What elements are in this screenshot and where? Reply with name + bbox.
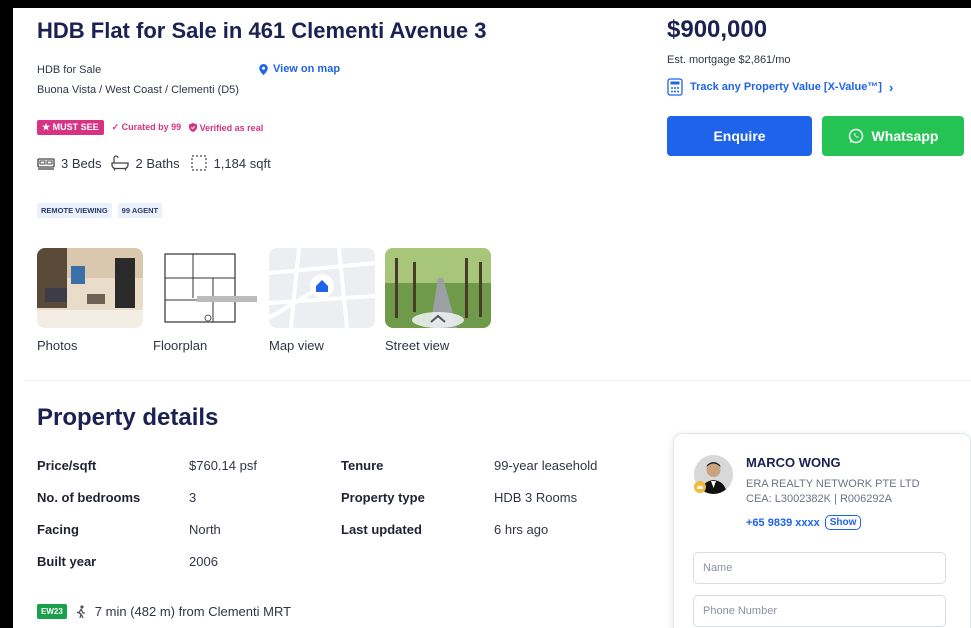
detail-value: $760.14 psf bbox=[189, 458, 257, 473]
chevron-right-icon: › bbox=[888, 79, 894, 95]
curated-badge: ✓ Curated by 99 bbox=[111, 122, 182, 132]
badges: ★ MUST SEE ✓ Curated by 99 Verified as r… bbox=[37, 120, 263, 135]
photo-thumbnail[interactable] bbox=[37, 248, 143, 328]
est-mortgage: Est. mortgage $2,861/mo bbox=[667, 54, 791, 66]
bathtub-icon bbox=[111, 155, 130, 171]
media-street[interactable]: Street view bbox=[385, 248, 491, 353]
detail-key: Price/sqft bbox=[37, 458, 97, 473]
detail-key: Property type bbox=[341, 490, 425, 505]
detail-value: 2006 bbox=[189, 554, 218, 569]
detail-value: 99-year leasehold bbox=[494, 458, 598, 473]
area-feature: 1,184 sqft bbox=[190, 155, 271, 171]
detail-key: No. of bedrooms bbox=[37, 490, 141, 505]
mrt-code-badge: EW23 bbox=[37, 604, 67, 619]
name-field[interactable]: Name bbox=[693, 552, 946, 584]
floorplan-image bbox=[153, 248, 259, 328]
agent-agency: ERA REALTY NETWORK PTE LTD bbox=[746, 478, 920, 490]
shield-check-icon bbox=[189, 122, 198, 132]
listing-price: $900,000 bbox=[667, 16, 768, 43]
baths-label: 2 Baths bbox=[135, 155, 180, 171]
photo-image bbox=[37, 248, 143, 328]
view-on-map-link[interactable]: View on map bbox=[259, 63, 340, 75]
agent-phone-number: +65 9839 xxxx bbox=[746, 516, 820, 529]
area-icon bbox=[190, 155, 207, 171]
beds-label: 3 Beds bbox=[61, 155, 102, 171]
media-floorplan[interactable]: Floorplan bbox=[153, 248, 259, 353]
media-label-street: Street view bbox=[385, 338, 450, 353]
media-map[interactable]: Map view bbox=[269, 248, 375, 353]
must-see-badge: ★ MUST SEE bbox=[37, 120, 104, 135]
agent-phone: +65 9839 xxxx Show bbox=[746, 515, 862, 530]
detail-key: Built year bbox=[37, 554, 97, 569]
xvalue-label: Track any Property Value [X-Value™] bbox=[690, 81, 882, 93]
crown-icon bbox=[694, 481, 706, 493]
media-label-photos: Photos bbox=[37, 338, 78, 353]
tags: REMOTE VIEWING 99 AGENT bbox=[37, 203, 163, 218]
detail-value: North bbox=[189, 522, 221, 537]
map-thumbnail[interactable] bbox=[269, 248, 375, 328]
verified-badge: Verified as real bbox=[189, 122, 264, 133]
features-row: 3 Beds 2 Baths 1,184 sqft bbox=[37, 155, 271, 171]
whatsapp-label: Whatsapp bbox=[871, 128, 939, 144]
show-phone-button[interactable]: Show bbox=[824, 515, 862, 530]
whatsapp-button[interactable]: Whatsapp bbox=[822, 116, 964, 156]
mrt-info: EW23 7 min (482 m) from Clementi MRT bbox=[37, 604, 291, 619]
baths-feature: 2 Baths bbox=[111, 155, 180, 171]
listing-page: HDB Flat for Sale in 461 Clementi Avenue… bbox=[13, 8, 971, 628]
agent-cea: CEA: L3002382K | R006292A bbox=[746, 493, 892, 505]
detail-key: Last updated bbox=[341, 522, 422, 537]
bed-icon bbox=[37, 158, 55, 170]
media-label-map: Map view bbox=[269, 338, 324, 353]
listing-type: HDB for Sale bbox=[37, 64, 102, 76]
media-label-floorplan: Floorplan bbox=[153, 338, 208, 353]
street-image bbox=[385, 248, 491, 328]
agent-card: MARCO WONG ERA REALTY NETWORK PTE LTD CE… bbox=[673, 433, 971, 628]
section-divider bbox=[25, 380, 971, 381]
floorplan-thumbnail[interactable] bbox=[153, 248, 259, 328]
area-label: 1,184 sqft bbox=[213, 155, 271, 171]
tag-99-agent: 99 AGENT bbox=[117, 203, 163, 218]
whatsapp-icon bbox=[848, 128, 863, 144]
detail-value: 6 hrs ago bbox=[494, 522, 549, 537]
detail-key: Facing bbox=[37, 522, 79, 537]
xvalue-link[interactable]: Track any Property Value [X-Value™] › bbox=[667, 78, 893, 96]
map-image bbox=[269, 248, 375, 328]
enquire-button[interactable]: Enquire bbox=[667, 116, 812, 156]
verified-label: Verified as real bbox=[199, 122, 264, 133]
phone-number-field[interactable]: Phone Number bbox=[693, 595, 946, 627]
property-details-heading: Property details bbox=[37, 404, 219, 431]
detail-value: 3 bbox=[189, 490, 197, 505]
walking-icon bbox=[76, 604, 85, 618]
media-gallery: Photos Floorplan Map view Street view bbox=[37, 248, 491, 353]
media-photos[interactable]: Photos bbox=[37, 248, 143, 353]
listing-location: Buona Vista / West Coast / Clementi (D5) bbox=[37, 84, 239, 96]
detail-key: Tenure bbox=[341, 458, 384, 473]
tag-remote-viewing: REMOTE VIEWING bbox=[37, 203, 112, 218]
beds-feature: 3 Beds bbox=[37, 155, 101, 171]
calculator-icon bbox=[667, 78, 683, 96]
view-on-map-label: View on map bbox=[273, 63, 341, 75]
street-thumbnail[interactable] bbox=[385, 248, 491, 328]
mrt-distance: 7 min (482 m) from Clementi MRT bbox=[94, 604, 292, 619]
map-pin-icon bbox=[259, 63, 268, 75]
detail-value: HDB 3 Rooms bbox=[494, 490, 578, 505]
agent-name: MARCO WONG bbox=[746, 455, 841, 470]
listing-title: HDB Flat for Sale in 461 Clementi Avenue… bbox=[37, 18, 487, 43]
